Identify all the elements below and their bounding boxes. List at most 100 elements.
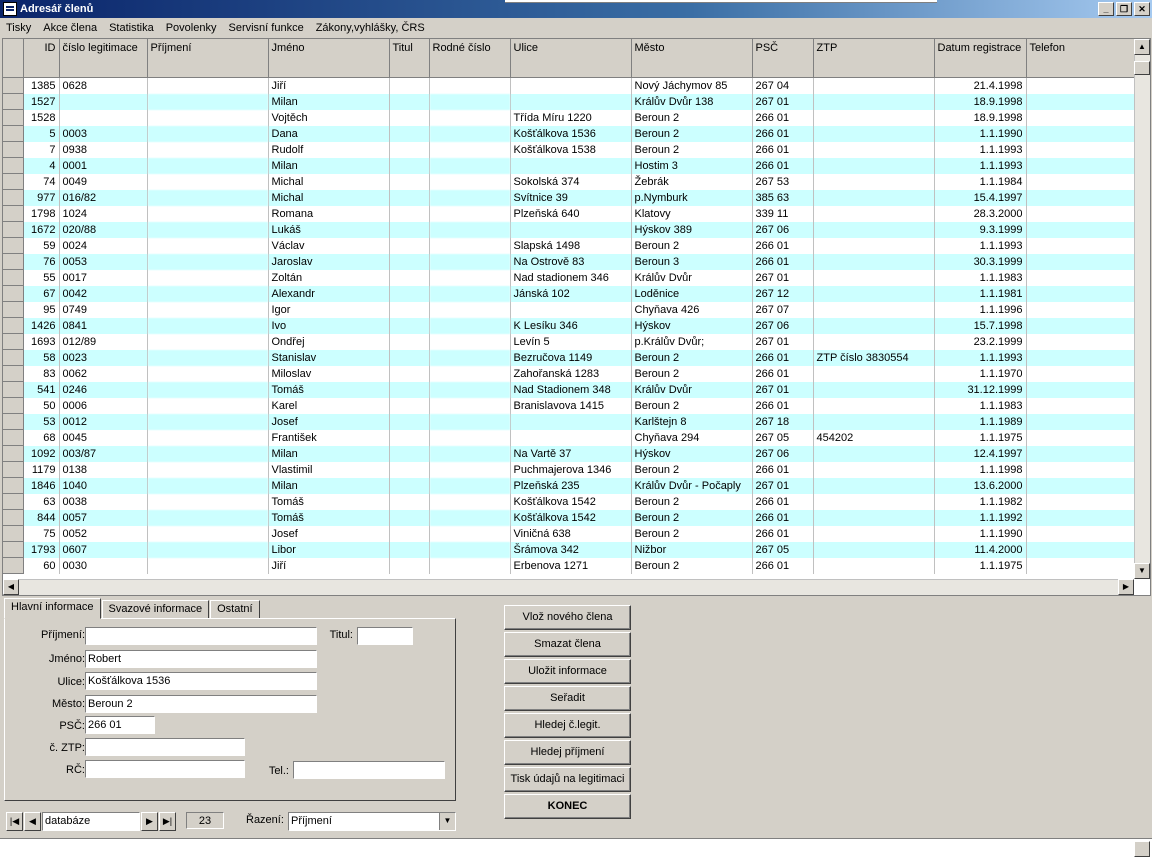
table-cell-4[interactable] bbox=[389, 221, 430, 238]
table-cell-7[interactable]: Karlštejn 8 bbox=[631, 413, 753, 430]
table-cell-3[interactable]: Ondřej bbox=[268, 333, 390, 350]
table-cell-11[interactable] bbox=[1026, 397, 1137, 414]
table-cell-9[interactable] bbox=[813, 189, 935, 206]
row-selector[interactable] bbox=[3, 253, 24, 270]
row-selector[interactable] bbox=[3, 413, 24, 430]
table-cell-7[interactable]: p.Nymburk bbox=[631, 189, 753, 206]
table-cell-10[interactable]: 9.3.1999 bbox=[934, 221, 1027, 238]
row-selector[interactable] bbox=[3, 221, 24, 238]
table-cell-4[interactable] bbox=[389, 157, 430, 174]
table-cell-2[interactable] bbox=[147, 221, 269, 238]
table-cell-5[interactable] bbox=[429, 429, 511, 446]
table-cell-0[interactable]: 58 bbox=[23, 349, 60, 366]
table-cell-5[interactable] bbox=[429, 557, 511, 574]
table-cell-2[interactable] bbox=[147, 141, 269, 158]
table-cell-10[interactable]: 30.3.1999 bbox=[934, 253, 1027, 270]
tisk-legitimace-button[interactable]: Tisk údajů na legitimaci bbox=[504, 767, 631, 792]
table-cell-1[interactable] bbox=[59, 93, 148, 110]
table-cell-5[interactable] bbox=[429, 493, 511, 510]
table-cell-8[interactable]: 267 01 bbox=[752, 269, 814, 286]
scroll-right-icon[interactable]: ▶ bbox=[1118, 579, 1134, 595]
table-cell-3[interactable]: Milan bbox=[268, 157, 390, 174]
table-cell-6[interactable]: Erbenova 1271 bbox=[510, 557, 632, 574]
table-cell-11[interactable] bbox=[1026, 125, 1137, 142]
table-cell-6[interactable]: Levín 5 bbox=[510, 333, 632, 350]
table-row[interactable]: 4 0001 Milan Hostim 3 266 01 1.1.1993 bbox=[3, 157, 1137, 174]
table-cell-10[interactable]: 18.9.1998 bbox=[934, 109, 1027, 126]
table-cell-8[interactable]: 267 01 bbox=[752, 477, 814, 494]
table-row[interactable]: 67 0042 Alexandr Jánská 102 Loděnice 267 12 1.… bbox=[3, 285, 1137, 302]
table-cell-10[interactable]: 15.4.1997 bbox=[934, 189, 1027, 206]
table-cell-11[interactable] bbox=[1026, 109, 1137, 126]
table-cell-7[interactable]: Chyňava 426 bbox=[631, 301, 753, 318]
ulozit-informace-button[interactable]: Uložit informace bbox=[504, 659, 631, 684]
table-cell-7[interactable]: Králův Dvůr 138 bbox=[631, 93, 753, 110]
table-cell-1[interactable]: 0628 bbox=[59, 77, 148, 94]
table-cell-0[interactable]: 1672 bbox=[23, 221, 60, 238]
table-cell-9[interactable] bbox=[813, 381, 935, 398]
table-cell-11[interactable] bbox=[1026, 157, 1137, 174]
status-scroll-icon[interactable] bbox=[1134, 841, 1150, 857]
table-cell-8[interactable]: 266 01 bbox=[752, 461, 814, 478]
col-header-ulice[interactable]: Ulice bbox=[510, 39, 632, 78]
table-cell-6[interactable]: Košťálkova 1542 bbox=[510, 493, 632, 510]
table-cell-5[interactable] bbox=[429, 189, 511, 206]
restore-icon[interactable]: ❐ bbox=[1116, 2, 1132, 16]
menu-zakony[interactable]: Zákony,vyhlášky, ČRS bbox=[310, 19, 431, 37]
table-cell-5[interactable] bbox=[429, 365, 511, 382]
table-cell-9[interactable] bbox=[813, 109, 935, 126]
row-selector[interactable] bbox=[3, 429, 24, 446]
table-cell-4[interactable] bbox=[389, 205, 430, 222]
col-header-psc[interactable]: PSČ bbox=[752, 39, 814, 78]
table-cell-3[interactable]: Tomáš bbox=[268, 509, 390, 526]
table-cell-1[interactable]: 0001 bbox=[59, 157, 148, 174]
table-row[interactable]: 76 0053 Jaroslav Na Ostrově 83 Beroun 3 266 0… bbox=[3, 253, 1137, 270]
table-cell-4[interactable] bbox=[389, 429, 430, 446]
table-cell-9[interactable] bbox=[813, 493, 935, 510]
table-cell-4[interactable] bbox=[389, 317, 430, 334]
table-cell-5[interactable] bbox=[429, 525, 511, 542]
table-cell-9[interactable] bbox=[813, 237, 935, 254]
table-cell-4[interactable] bbox=[389, 189, 430, 206]
table-cell-3[interactable]: Milan bbox=[268, 93, 390, 110]
table-cell-8[interactable]: 266 01 bbox=[752, 525, 814, 542]
table-cell-4[interactable] bbox=[389, 237, 430, 254]
table-cell-9[interactable] bbox=[813, 461, 935, 478]
row-selector[interactable] bbox=[3, 237, 24, 254]
menu-statistika[interactable]: Statistika bbox=[103, 19, 160, 37]
table-cell-9[interactable] bbox=[813, 269, 935, 286]
first-record-icon[interactable]: |◀ bbox=[6, 812, 23, 831]
table-cell-8[interactable]: 266 01 bbox=[752, 125, 814, 142]
table-cell-2[interactable] bbox=[147, 301, 269, 318]
table-cell-4[interactable] bbox=[389, 365, 430, 382]
row-selector[interactable] bbox=[3, 333, 24, 350]
table-cell-3[interactable]: Jiří bbox=[268, 77, 390, 94]
ulice-field[interactable]: Košťálkova 1536 bbox=[85, 672, 317, 690]
table-cell-7[interactable]: Beroun 2 bbox=[631, 397, 753, 414]
table-cell-3[interactable]: Michal bbox=[268, 173, 390, 190]
table-cell-1[interactable]: 0138 bbox=[59, 461, 148, 478]
table-cell-8[interactable]: 267 06 bbox=[752, 317, 814, 334]
table-cell-7[interactable]: p.Králův Dvůr; bbox=[631, 333, 753, 350]
table-cell-6[interactable]: K Lesíku 346 bbox=[510, 317, 632, 334]
table-cell-5[interactable] bbox=[429, 253, 511, 270]
row-selector[interactable] bbox=[3, 493, 24, 510]
table-cell-10[interactable]: 28.3.2000 bbox=[934, 205, 1027, 222]
table-cell-2[interactable] bbox=[147, 237, 269, 254]
table-cell-9[interactable] bbox=[813, 221, 935, 238]
table-cell-1[interactable]: 0006 bbox=[59, 397, 148, 414]
table-cell-3[interactable]: Libor bbox=[268, 541, 390, 558]
table-cell-9[interactable] bbox=[813, 205, 935, 222]
col-header-legitimace[interactable]: číslo legitimace bbox=[59, 39, 148, 78]
col-header-telefon[interactable]: Telefon bbox=[1026, 39, 1137, 78]
table-cell-3[interactable]: Alexandr bbox=[268, 285, 390, 302]
table-cell-5[interactable] bbox=[429, 477, 511, 494]
table-cell-2[interactable] bbox=[147, 413, 269, 430]
table-cell-3[interactable]: Tomáš bbox=[268, 493, 390, 510]
row-selector[interactable] bbox=[3, 141, 24, 158]
table-cell-0[interactable]: 1527 bbox=[23, 93, 60, 110]
row-selector[interactable] bbox=[3, 397, 24, 414]
table-cell-10[interactable]: 1.1.1989 bbox=[934, 413, 1027, 430]
table-cell-8[interactable]: 267 18 bbox=[752, 413, 814, 430]
table-row[interactable]: 74 0049 Michal Sokolská 374 Žebrák 267 53 1.1.… bbox=[3, 173, 1137, 190]
